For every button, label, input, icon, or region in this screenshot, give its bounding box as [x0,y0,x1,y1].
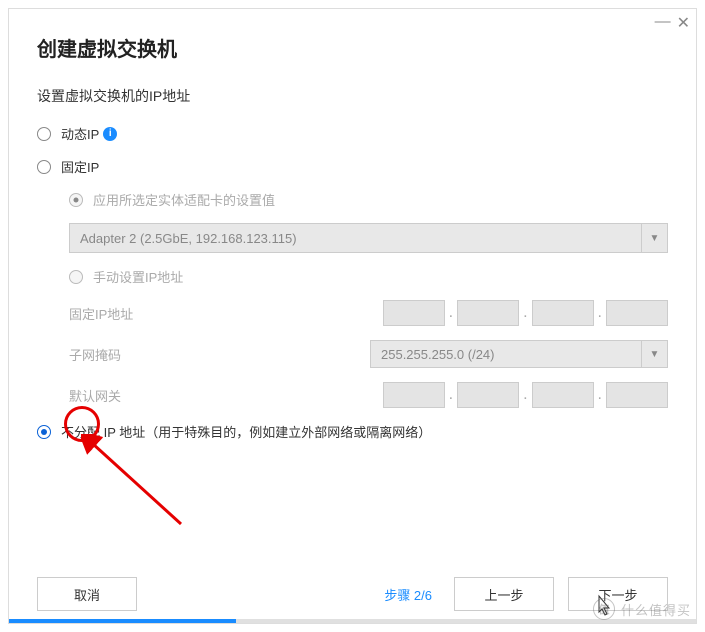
field-label: 子网掩码 [69,345,189,364]
radio-no-ip[interactable]: 不分配 IP 地址（用于特殊目的，例如建立外部网络或隔离网络） [37,422,668,441]
next-button[interactable]: 下一步 [568,577,668,611]
progress-fill [9,619,236,623]
radio-label: 应用所选定实体适配卡的设置值 [93,190,275,209]
close-button[interactable]: ✕ [677,13,690,33]
prev-button[interactable]: 上一步 [454,577,554,611]
ip-octet-input [457,382,519,408]
button-label: 取消 [74,585,100,604]
radio-manual-ip: 手动设置IP地址 [69,267,668,286]
minimize-button[interactable]: — [655,13,671,33]
chevron-down-icon: ▼ [642,223,668,253]
field-gateway: 默认网关 . . . [69,382,668,408]
info-icon[interactable]: i [103,127,117,141]
radio-use-adapter: 应用所选定实体适配卡的设置值 [69,190,668,209]
radio-icon [37,425,51,439]
subnet-select: 255.255.255.0 (/24) ▼ [370,340,668,368]
ip-octet-input [606,300,668,326]
radio-label: 不分配 IP 地址（用于特殊目的，例如建立外部网络或隔离网络） [61,422,431,441]
button-label: 下一步 [598,585,637,604]
adapter-select-value: Adapter 2 (2.5GbE, 192.168.123.115) [69,223,642,253]
radio-icon [69,270,83,284]
radio-label: 手动设置IP地址 [93,267,183,286]
radio-static-ip[interactable]: 固定IP [37,157,668,176]
field-subnet: 子网掩码 255.255.255.0 (/24) ▼ [69,340,668,368]
chevron-down-icon: ▼ [642,340,668,368]
radio-icon [37,127,51,141]
field-label: 固定IP地址 [69,304,189,323]
radio-label: 动态IP [61,124,99,143]
field-fixed-ip: 固定IP地址 . . . [69,300,668,326]
window-controls: — ✕ [655,13,690,33]
ip-octet-input [457,300,519,326]
ip-input-group: . . . [383,300,668,326]
radio-icon [69,193,83,207]
annotation-arrow [81,434,201,534]
cancel-button[interactable]: 取消 [37,577,137,611]
ip-input-group: . . . [383,382,668,408]
progress-bar [9,619,696,623]
radio-label: 固定IP [61,157,99,176]
ip-octet-input [532,382,594,408]
dialog-footer: 取消 步骤 2/6 上一步 下一步 [9,577,696,611]
button-label: 上一步 [484,585,523,604]
ip-octet-input [606,382,668,408]
dialog-window: — ✕ 创建虚拟交换机 设置虚拟交换机的IP地址 动态IP i 固定IP 应用所… [8,8,697,624]
adapter-select: Adapter 2 (2.5GbE, 192.168.123.115) ▼ [69,223,668,253]
field-label: 默认网关 [69,386,189,405]
step-indicator: 步骤 2/6 [384,585,432,604]
radio-icon [37,160,51,174]
ip-octet-input [383,300,445,326]
ip-octet-input [383,382,445,408]
dialog-title: 创建虚拟交换机 [37,33,668,62]
dialog-content: 创建虚拟交换机 设置虚拟交换机的IP地址 动态IP i 固定IP 应用所选定实体… [9,9,696,441]
ip-octet-input [532,300,594,326]
radio-dynamic-ip[interactable]: 动态IP i [37,124,668,143]
subnet-select-value: 255.255.255.0 (/24) [370,340,642,368]
section-title: 设置虚拟交换机的IP地址 [37,86,668,106]
